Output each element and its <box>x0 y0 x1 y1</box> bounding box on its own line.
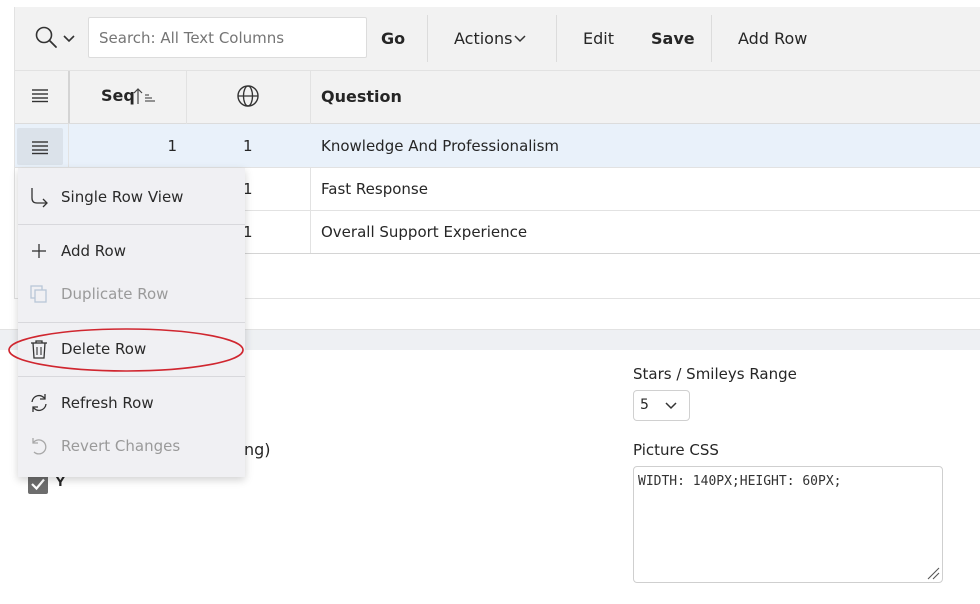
menu-item-refresh-row[interactable]: Refresh Row <box>18 384 245 424</box>
plus-icon <box>32 244 46 258</box>
field-label-partial: ng) <box>244 440 271 459</box>
checkbox-label: Y <box>56 475 65 489</box>
actions-menu-button[interactable]: Actions <box>454 29 534 49</box>
toolbar: Go Actions Edit Save Add Row <box>14 7 980 71</box>
menu-item-duplicate-row[interactable]: Duplicate Row <box>18 275 245 315</box>
menu-item-add-row[interactable]: Add Row <box>18 232 245 272</box>
save-button[interactable]: Save <box>651 29 695 48</box>
menu-item-label: Add Row <box>61 242 127 260</box>
col-header-seq-label: Seq <box>101 86 135 105</box>
refresh-icon <box>31 394 47 412</box>
copy-icon <box>30 285 47 303</box>
sort-ascending-icon <box>133 88 155 104</box>
stars-range-label: Stars / Smileys Range <box>633 365 797 383</box>
stars-range-value: 5 <box>640 397 649 413</box>
undo-icon <box>32 438 47 455</box>
active-checkbox[interactable] <box>28 474 48 494</box>
go-button[interactable]: Go <box>381 29 405 48</box>
chevron-down-icon <box>63 35 75 43</box>
hamburger-icon <box>32 89 48 103</box>
cell-lang[interactable]: 1 <box>243 137 253 155</box>
cell-seq[interactable]: 1 <box>75 137 177 155</box>
chevron-down-icon <box>665 402 677 410</box>
chevron-down-icon <box>514 35 526 43</box>
search-column-button[interactable] <box>32 25 80 53</box>
search-icon <box>35 26 57 48</box>
col-header-seq[interactable]: Seq <box>101 86 171 108</box>
return-arrow-icon <box>31 188 48 208</box>
col-header-question[interactable]: Question <box>321 87 402 106</box>
row-actions-button[interactable] <box>17 128 63 165</box>
stars-range-select[interactable]: 5 <box>633 390 690 421</box>
menu-item-label: Single Row View <box>61 188 184 206</box>
globe-icon <box>237 85 259 107</box>
search-input[interactable] <box>88 17 367 58</box>
table-row[interactable] <box>186 211 980 254</box>
hamburger-icon <box>32 141 48 155</box>
menu-item-single-row-view[interactable]: Single Row View <box>18 178 245 218</box>
row-actions-menu: Single Row View Add Row Duplicate Row De… <box>18 168 245 477</box>
checkmark-icon <box>31 478 45 491</box>
add-row-button[interactable]: Add Row <box>738 29 807 48</box>
resize-handle-icon[interactable] <box>926 566 940 580</box>
menu-item-revert-changes[interactable]: Revert Changes <box>18 427 245 467</box>
picture-css-value: WIDTH: 140PX;HEIGHT: 60PX; <box>638 474 842 489</box>
cell-question[interactable]: Fast Response <box>321 180 428 198</box>
menu-item-label: Revert Changes <box>61 437 181 455</box>
edit-button[interactable]: Edit <box>583 29 614 48</box>
cell-question[interactable]: Overall Support Experience <box>321 223 527 241</box>
actions-label: Actions <box>454 29 513 48</box>
cell-question[interactable]: Knowledge And Professionalism <box>321 137 559 155</box>
menu-item-label: Refresh Row <box>61 394 154 412</box>
menu-item-label: Duplicate Row <box>61 285 169 303</box>
picture-css-label: Picture CSS <box>633 441 719 459</box>
highlight-ellipse <box>8 328 244 372</box>
table-row[interactable] <box>186 168 980 211</box>
row-actions-header-icon[interactable] <box>31 87 49 103</box>
picture-css-textarea[interactable]: WIDTH: 140PX;HEIGHT: 60PX; <box>633 466 943 583</box>
